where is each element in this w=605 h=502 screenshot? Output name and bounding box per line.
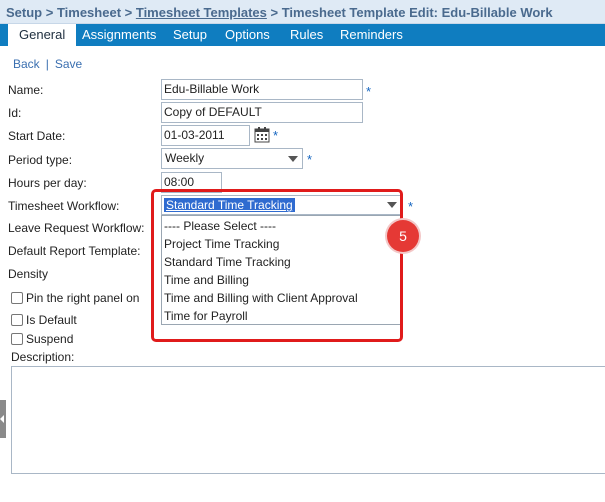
calendar-icon[interactable] [254,127,270,143]
required-mark: * [366,84,372,99]
description-label: Description: [11,350,75,364]
tab-options[interactable]: Options [225,24,270,46]
is-default-label: Is Default [26,313,77,327]
breadcrumb-separator: > [266,5,282,20]
id-label: Id: [8,106,22,120]
chevron-down-icon [288,156,298,162]
tab-reminders[interactable]: Reminders [340,24,403,46]
suspend-checkbox[interactable] [11,333,23,345]
required-mark: * [307,152,313,167]
name-label: Name: [8,83,44,97]
tab-bar: General Assignments Setup Options Rules … [0,24,605,46]
collapse-panel-handle[interactable] [0,400,6,438]
suspend-row: Suspend [11,332,73,346]
pin-right-panel-label: Pin the right panel on [26,291,140,305]
description-textarea[interactable] [11,366,605,474]
pin-right-panel-row: Pin the right panel on [11,291,139,305]
back-link[interactable]: Back [13,57,40,71]
id-input[interactable]: Copy of DEFAULT [161,102,363,123]
breadcrumb-timesheet[interactable]: Timesheet [57,5,121,20]
required-mark: * [408,199,414,214]
tab-general[interactable]: General [8,24,77,46]
tab-assignments[interactable]: Assignments [82,24,156,46]
breadcrumb-current: Timesheet Template Edit: Edu-Billable Wo… [281,5,553,20]
is-default-row: Is Default [11,313,77,327]
start-date-input[interactable]: 01-03-2011 [161,125,250,146]
period-type-select[interactable]: Weekly [161,148,303,169]
default-report-template-label: Default Report Template: [8,244,141,258]
tab-setup[interactable]: Setup [173,24,207,46]
highlight-callout [151,189,403,342]
density-label: Density [8,267,49,281]
save-link[interactable]: Save [55,57,82,71]
breadcrumb: Setup > Timesheet > Timesheet Templates … [0,0,605,24]
suspend-label: Suspend [26,332,74,346]
period-type-value: Weekly [165,151,205,165]
tab-rules[interactable]: Rules [290,24,323,46]
action-separator: | [45,57,49,71]
leave-request-workflow-label: Leave Request Workflow: [8,221,145,235]
period-type-label: Period type: [8,153,73,167]
breadcrumb-separator: > [121,5,136,20]
required-mark: * [273,128,279,143]
breadcrumb-separator: > [42,5,57,20]
action-links: Back | Save [13,57,82,71]
name-input[interactable]: Edu-Billable Work [161,79,363,100]
is-default-checkbox[interactable] [11,314,23,326]
breadcrumb-timesheet-templates[interactable]: Timesheet Templates [136,5,267,20]
hours-per-day-label: Hours per day: [8,176,87,190]
breadcrumb-setup[interactable]: Setup [6,5,42,20]
step-badge: 5 [387,220,419,252]
start-date-label: Start Date: [8,129,66,143]
pin-right-panel-checkbox[interactable] [11,292,23,304]
timesheet-workflow-label: Timesheet Workflow: [8,199,120,213]
